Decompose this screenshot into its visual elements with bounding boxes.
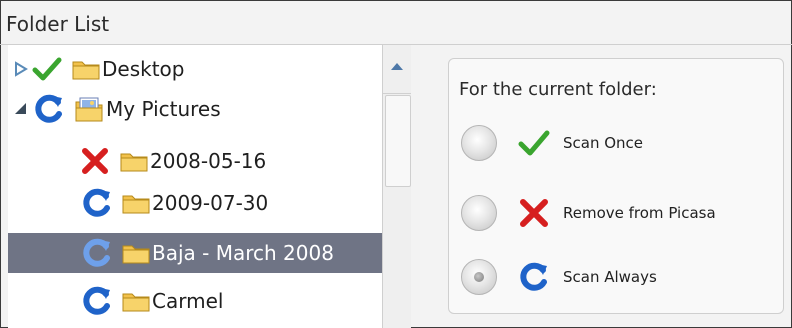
pictures-folder-icon: [74, 94, 104, 124]
option-scan-once[interactable]: Scan Once: [461, 123, 643, 163]
collapse-down-icon[interactable]: [12, 100, 30, 118]
radio-selected-dot: [474, 272, 484, 282]
folder-icon: [122, 241, 150, 265]
tree-item-2009-07-30[interactable]: 2009-07-30: [80, 183, 370, 223]
scan-options-panel: For the current folder: Scan Once Remove…: [448, 58, 784, 314]
check-icon: [517, 126, 551, 160]
radio-scan-once[interactable]: [461, 125, 497, 161]
folder-icon: [120, 149, 148, 173]
option-remove-from-picasa[interactable]: Remove from Picasa: [461, 193, 716, 233]
scrollbar-thumb[interactable]: [385, 95, 411, 187]
folder-icon: [122, 191, 150, 215]
panel-title-folder-list: Folder List: [6, 12, 110, 36]
tree-item-label: Carmel: [152, 289, 224, 313]
check-icon: [32, 55, 62, 83]
tree-item-label: Baja - March 2008: [152, 241, 334, 265]
x-icon: [517, 196, 551, 230]
scan-options-title: For the current folder:: [459, 79, 657, 100]
tree-item-label: Desktop: [102, 57, 185, 81]
folder-icon: [72, 57, 100, 81]
option-label: Remove from Picasa: [563, 204, 716, 222]
refresh-icon: [80, 284, 114, 318]
folder-tree: Desktop My Pictures 2008-05-16 2009-07-3…: [8, 45, 383, 328]
refresh-icon: [32, 92, 66, 126]
tree-item-my-pictures[interactable]: My Pictures: [12, 89, 372, 129]
refresh-icon: [517, 260, 551, 294]
tree-item-baja-march-2008[interactable]: Baja - March 2008: [8, 233, 382, 273]
folder-icon: [122, 289, 150, 313]
refresh-icon: [80, 236, 114, 270]
option-label: Scan Once: [563, 134, 644, 152]
tree-item-desktop[interactable]: Desktop: [12, 49, 372, 89]
radio-scan-always[interactable]: [461, 259, 497, 295]
tree-item-label: 2009-07-30: [152, 191, 269, 215]
refresh-icon: [80, 186, 114, 220]
tree-item-label: 2008-05-16: [150, 149, 267, 173]
tree-item-carmel[interactable]: Carmel: [80, 281, 370, 321]
tree-item-2008-05-16[interactable]: 2008-05-16: [80, 141, 370, 181]
x-icon: [80, 146, 110, 176]
vertical-scrollbar[interactable]: [382, 45, 411, 328]
tree-item-label: My Pictures: [106, 97, 221, 121]
option-scan-always[interactable]: Scan Always: [461, 257, 657, 297]
option-label: Scan Always: [563, 268, 657, 286]
expand-right-icon[interactable]: [12, 60, 30, 78]
scroll-up-button[interactable]: [383, 45, 411, 94]
radio-remove-from-picasa[interactable]: [461, 195, 497, 231]
